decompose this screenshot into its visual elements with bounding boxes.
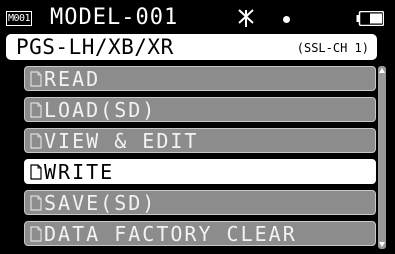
antenna-off-icon [238,9,254,27]
signal-dot-icon [283,16,290,23]
document-icon [30,164,42,180]
menu-item-label: DATA FACTORY CLEAR [44,222,297,246]
menu-item-write[interactable]: WRITE [24,159,376,184]
document-icon [30,195,42,211]
battery-icon [356,11,384,26]
receiver-header: PGS-LH/XB/XR (SSL-CH 1) [6,34,377,60]
menu-item-label: VIEW & EDIT [44,129,199,153]
menu-item-save-sd[interactable]: SAVE(SD) [24,190,376,215]
status-bar: M001 MODEL-001 [6,5,389,30]
channel-label: (SSL-CH 1) [296,41,369,55]
receiver-type: PGS-LH/XB/XR [16,35,174,59]
document-icon [30,226,42,242]
menu-item-load-sd[interactable]: LOAD(SD) [24,97,376,122]
document-icon [30,102,42,118]
menu-list: READ LOAD(SD) VIEW & EDIT WRITE SAVE(SD) [24,66,376,249]
document-icon [30,71,42,87]
menu-item-view-edit[interactable]: VIEW & EDIT [24,128,376,153]
menu-item-read[interactable]: READ [24,66,376,91]
menu-item-label: READ [44,67,101,91]
menu-item-data-factory-clear[interactable]: DATA FACTORY CLEAR [24,221,376,246]
model-name: MODEL-001 [50,5,179,30]
menu-item-label: SAVE(SD) [44,191,157,215]
document-icon [30,133,42,149]
menu-item-label: LOAD(SD) [44,98,157,122]
menu-item-label: WRITE [44,160,115,184]
menu-scrollbar[interactable] [377,66,387,249]
model-number-tag: M001 [6,11,33,26]
